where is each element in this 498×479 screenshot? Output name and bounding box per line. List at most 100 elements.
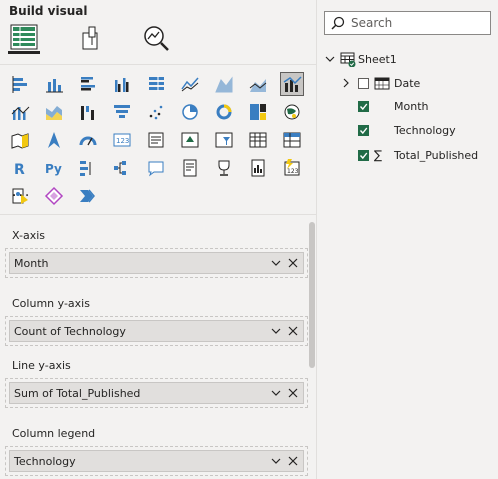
field-label: Total_Published xyxy=(394,148,479,162)
slicer-button[interactable] xyxy=(212,128,236,152)
power-apps-alt-button[interactable] xyxy=(42,184,66,208)
key-influencers-button[interactable] xyxy=(76,156,100,180)
qa-button[interactable] xyxy=(144,156,168,180)
chevron-down-icon[interactable] xyxy=(269,454,283,468)
multi-row-card-button[interactable] xyxy=(144,128,168,152)
line-chart-button[interactable] xyxy=(178,72,202,96)
field-item[interactable]: ∑ Total_Published xyxy=(341,148,478,162)
table-button[interactable] xyxy=(246,128,270,152)
field-label: Technology xyxy=(394,124,456,137)
ribbon-chart-button[interactable] xyxy=(42,100,66,124)
field-well-dropzone[interactable]: Count of Technology xyxy=(5,316,308,346)
field-label: Month xyxy=(394,100,429,113)
smart-narrative-button[interactable] xyxy=(178,156,202,180)
close-icon[interactable] xyxy=(286,256,300,270)
power-automate-button[interactable]: 123 xyxy=(280,156,304,180)
metrics-button[interactable] xyxy=(212,156,236,180)
card-button[interactable]: 123 xyxy=(110,128,134,152)
map-button[interactable] xyxy=(280,100,304,124)
matrix-button[interactable] xyxy=(280,128,304,152)
r-visual-button[interactable]: R xyxy=(8,156,32,180)
analytics-mode-button[interactable] xyxy=(140,22,172,54)
field-checkbox[interactable] xyxy=(358,125,369,136)
svg-text:123: 123 xyxy=(116,137,129,145)
donut-chart-icon xyxy=(216,104,232,120)
field-well-dropzone[interactable]: Technology xyxy=(5,446,308,476)
line-chart-icon xyxy=(181,77,199,92)
field-pill[interactable]: Month xyxy=(9,252,304,274)
decomposition-tree-button[interactable] xyxy=(110,156,134,180)
treemap-icon xyxy=(250,104,266,120)
field-pill[interactable]: Sum of Total_Published xyxy=(9,382,304,404)
search-input[interactable]: Search xyxy=(324,11,491,35)
azure-map-button[interactable] xyxy=(42,128,66,152)
funnel-chart-button[interactable] xyxy=(110,100,134,124)
field-checkbox[interactable] xyxy=(358,149,369,161)
ribbon-chart-icon xyxy=(46,106,62,120)
well-label: Column y-axis xyxy=(12,297,90,310)
key-influencers-icon xyxy=(80,161,91,176)
100-stacked-bar-chart-button[interactable] xyxy=(144,72,168,96)
build-visual-pane: Build visual 123 R Py 123 ··· X-axis Month Co… xyxy=(0,0,316,479)
clustered-column-chart-icon xyxy=(115,78,129,92)
stacked-area-chart-icon xyxy=(249,79,267,92)
svg-text:123: 123 xyxy=(287,168,299,175)
table-node-sheet1[interactable]: Sheet1 xyxy=(324,51,397,68)
card-icon: 123 xyxy=(113,133,131,147)
stacked-area-chart-button[interactable] xyxy=(246,72,270,96)
field-checkbox[interactable] xyxy=(358,101,369,112)
pie-chart-icon xyxy=(182,104,198,120)
get-more-visuals-button[interactable]: ··· xyxy=(12,188,31,204)
format-visual-mode-button[interactable] xyxy=(74,22,106,54)
line-and-stacked-column-chart-button[interactable] xyxy=(280,72,304,96)
paginated-report-button[interactable] xyxy=(246,156,270,180)
chevron-down-icon[interactable] xyxy=(324,53,336,65)
matrix-icon xyxy=(283,132,301,148)
donut-chart-button[interactable] xyxy=(212,100,236,124)
python-visual-button[interactable]: Py xyxy=(42,156,66,180)
field-pill[interactable]: Count of Technology xyxy=(9,320,304,342)
100-stacked-bar-chart-icon xyxy=(149,76,164,91)
treemap-button[interactable] xyxy=(246,100,270,124)
pie-chart-button[interactable] xyxy=(178,100,202,124)
field-pill-label: Sum of Total_Published xyxy=(14,386,141,400)
wells-scrollbar[interactable] xyxy=(309,222,315,368)
close-icon[interactable] xyxy=(286,324,300,338)
chevron-down-icon[interactable] xyxy=(269,324,283,338)
field-item[interactable]: Month xyxy=(341,100,428,113)
field-wells: X-axis Month Column y-axis Count of Technol… xyxy=(0,215,316,479)
field-well-dropzone[interactable]: Month xyxy=(5,248,308,278)
field-checkbox[interactable] xyxy=(358,77,369,89)
sigma-icon: ∑ xyxy=(374,148,383,162)
field-item[interactable]: Date xyxy=(341,76,420,90)
slicer-icon xyxy=(215,132,233,148)
filled-map-button[interactable] xyxy=(8,128,32,152)
build-visual-mode-button[interactable] xyxy=(8,22,40,54)
clustered-bar-chart-button[interactable] xyxy=(76,72,100,96)
gauge-button[interactable] xyxy=(76,128,100,152)
multi-row-card-icon xyxy=(148,132,164,148)
field-item[interactable]: Technology xyxy=(341,124,456,137)
chevron-down-icon[interactable] xyxy=(269,256,283,270)
well-label: Line y-axis xyxy=(12,359,71,372)
filled-map-icon xyxy=(11,133,29,149)
kpi-button[interactable] xyxy=(178,128,202,152)
line-and-clustered-column-chart-button[interactable] xyxy=(8,100,32,124)
area-chart-button[interactable] xyxy=(212,72,236,96)
chevron-down-icon[interactable] xyxy=(269,386,283,400)
scatter-chart-button[interactable] xyxy=(144,100,168,124)
metrics-icon xyxy=(218,160,230,176)
close-icon[interactable] xyxy=(286,454,300,468)
stacked-column-chart-button[interactable] xyxy=(42,72,66,96)
waterfall-chart-button[interactable] xyxy=(76,100,100,124)
stacked-bar-chart-button[interactable] xyxy=(8,72,32,96)
field-pill-label: Count of Technology xyxy=(14,324,126,338)
more-visuals-button[interactable] xyxy=(76,184,100,208)
field-well-dropzone[interactable]: Sum of Total_Published xyxy=(5,378,308,408)
svg-text:R: R xyxy=(14,162,25,178)
r-visual-icon: R xyxy=(14,162,25,178)
field-pill[interactable]: Technology xyxy=(9,450,304,472)
chevron-right-icon[interactable] xyxy=(341,78,353,88)
clustered-column-chart-button[interactable] xyxy=(110,72,134,96)
close-icon[interactable] xyxy=(286,386,300,400)
